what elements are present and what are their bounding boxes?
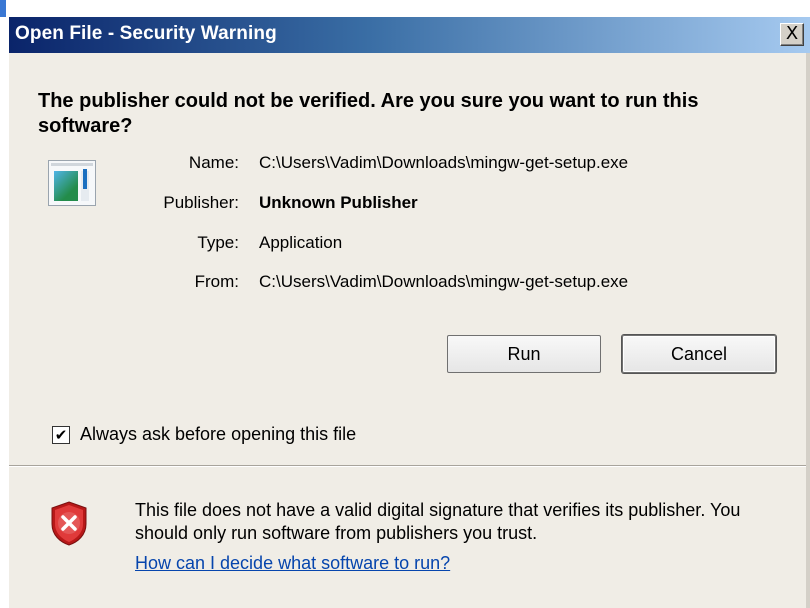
title-bar[interactable]: Open File - Security Warning X [9, 17, 810, 53]
section-divider [9, 465, 806, 467]
always-ask-label[interactable]: Always ask before opening this file [80, 424, 356, 445]
close-icon: X [785, 23, 799, 44]
warning-message: This file does not have a valid digital … [135, 500, 741, 543]
detail-label-name: Name: [188, 153, 239, 172]
detail-label-type: Type: [197, 233, 239, 252]
detail-label-publisher: Publisher: [163, 193, 239, 212]
top-frame-edge [9, 0, 810, 17]
right-frame-edge [806, 17, 810, 608]
run-button[interactable]: Run [447, 335, 601, 373]
blue-frame-accent [0, 0, 6, 17]
detail-label-from: From: [194, 272, 239, 291]
security-shield-error-icon [51, 501, 87, 546]
detail-value-from: C:\Users\Vadim\Downloads\mingw-get-setup… [259, 272, 629, 291]
help-link[interactable]: How can I decide what software to run? [135, 553, 450, 574]
always-ask-checkbox[interactable]: ✔ [52, 426, 70, 444]
close-button[interactable]: X [780, 23, 804, 46]
detail-value-type: Application [259, 233, 343, 252]
detail-row-name: Name: C:\Users\Vadim\Downloads\mingw-get… [9, 153, 806, 177]
warning-headline: The publisher could not be verified. Are… [38, 90, 699, 137]
detail-row-publisher: Publisher: Unknown Publisher [9, 193, 806, 217]
window-title: Open File - Security Warning [15, 23, 277, 44]
cancel-button[interactable]: Cancel [622, 335, 776, 373]
detail-value-name: C:\Users\Vadim\Downloads\mingw-get-setup… [259, 153, 629, 172]
detail-row-from: From: C:\Users\Vadim\Downloads\mingw-get… [9, 272, 806, 296]
detail-value-publisher: Unknown Publisher [259, 193, 418, 212]
dialog-body: The publisher could not be verified. Are… [9, 53, 806, 608]
detail-row-type: Type: Application [9, 233, 806, 257]
left-frame-edge [0, 0, 9, 608]
